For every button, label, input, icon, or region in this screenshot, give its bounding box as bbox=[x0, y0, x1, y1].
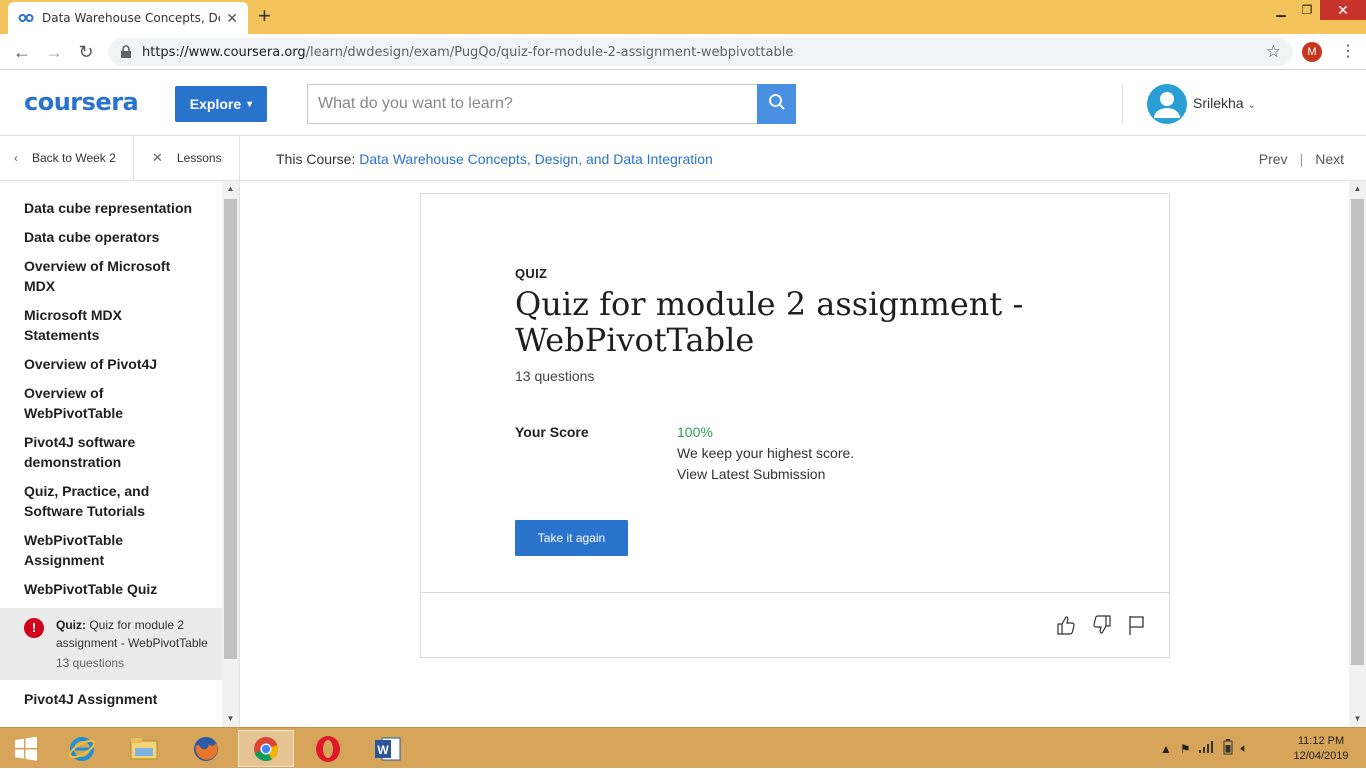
sidebar-item[interactable]: Pivot4J software demonstration bbox=[0, 432, 222, 472]
score-value: 100% bbox=[677, 424, 713, 440]
sidebar-item[interactable]: Data cube representation bbox=[0, 198, 222, 218]
flag-icon[interactable] bbox=[1126, 614, 1148, 636]
prev-next-nav: Prev | Next bbox=[1259, 151, 1344, 167]
profile-avatar[interactable]: M bbox=[1302, 42, 1322, 62]
sidebar-item[interactable]: Pivot4J Assignment bbox=[0, 689, 222, 709]
back-to-week-link[interactable]: ‹ Back to Week 2 bbox=[0, 136, 134, 180]
question-count: 13 questions bbox=[515, 368, 595, 384]
firefox-icon[interactable] bbox=[178, 730, 234, 767]
header-divider bbox=[1122, 84, 1123, 124]
sidebar-item[interactable]: Data cube operators bbox=[0, 227, 222, 247]
internet-explorer-icon[interactable] bbox=[54, 730, 110, 767]
tray-expand-icon[interactable]: ▲ bbox=[1160, 742, 1172, 756]
main-content: QUIZ Quiz for module 2 assignment - WebP… bbox=[240, 181, 1349, 727]
chrome-icon[interactable] bbox=[238, 730, 294, 767]
system-tray: ▲ ⚑ 🔈︎ bbox=[1160, 728, 1248, 769]
battery-icon[interactable] bbox=[1223, 739, 1233, 758]
chevron-left-icon: ‹ bbox=[14, 151, 18, 165]
prev-link[interactable]: Prev bbox=[1259, 151, 1288, 167]
user-avatar-icon[interactable] bbox=[1147, 84, 1187, 124]
close-icon: ✕ bbox=[152, 150, 163, 165]
scroll-up-icon[interactable]: ▲ bbox=[222, 181, 239, 197]
volume-icon[interactable]: 🔈︎ bbox=[1241, 741, 1248, 756]
tab-close-icon[interactable]: ✕ bbox=[226, 10, 238, 27]
item-type-label: QUIZ bbox=[515, 266, 548, 281]
thumbs-down-icon[interactable] bbox=[1091, 614, 1113, 636]
quiz-card: QUIZ Quiz for module 2 assignment - WebP… bbox=[420, 193, 1170, 658]
browser-menu-icon[interactable]: ⋮ bbox=[1340, 42, 1356, 62]
score-note: We keep your highest score. bbox=[677, 445, 855, 461]
new-tab-icon[interactable]: + bbox=[258, 4, 271, 28]
url-field[interactable]: https://www.coursera.org/learn/dwdesign/… bbox=[108, 38, 1293, 66]
scroll-down-icon[interactable]: ▼ bbox=[1349, 711, 1366, 727]
scroll-up-icon[interactable]: ▲ bbox=[1349, 181, 1366, 197]
active-item-text: Quiz: Quiz for module 2 assignment - Web… bbox=[56, 618, 208, 670]
sidebar-item[interactable]: Overview of Pivot4J bbox=[0, 354, 222, 374]
restore-icon[interactable]: ❐ bbox=[1294, 0, 1320, 20]
tab-title: Data Warehouse Concepts, Desig bbox=[42, 11, 220, 25]
forward-arrow-icon[interactable]: → bbox=[44, 42, 64, 62]
sidebar-item[interactable]: WebPivotTable Quiz bbox=[0, 579, 222, 599]
word-icon[interactable]: W bbox=[360, 730, 416, 767]
sidebar-scroll-thumb[interactable] bbox=[224, 199, 237, 659]
page-title: Quiz for module 2 assignment - WebPivotT… bbox=[515, 285, 1024, 359]
sidebar-scrollbar[interactable]: ▲ ▼ bbox=[222, 181, 239, 727]
lessons-toggle[interactable]: ✕ Lessons bbox=[134, 136, 240, 180]
search-icon bbox=[768, 93, 786, 116]
score-label: Your Score bbox=[515, 424, 589, 440]
reload-icon[interactable]: ↻ bbox=[76, 42, 96, 62]
file-explorer-icon[interactable] bbox=[116, 730, 172, 767]
user-menu[interactable]: Srilekha ⌄ bbox=[1193, 95, 1256, 111]
lock-icon bbox=[120, 45, 134, 59]
main-scroll-thumb[interactable] bbox=[1351, 199, 1364, 665]
svg-text:W: W bbox=[377, 743, 389, 757]
sidebar-item[interactable]: Overview of Microsoft MDX bbox=[0, 256, 222, 296]
course-breadcrumb: This Course: Data Warehouse Concepts, De… bbox=[276, 151, 713, 167]
windows-start-icon[interactable] bbox=[0, 730, 52, 767]
thumbs-up-icon[interactable] bbox=[1055, 614, 1077, 636]
lesson-sidebar: Data cube representation Data cube opera… bbox=[0, 181, 240, 727]
alert-icon: ! bbox=[24, 618, 44, 638]
bookmark-star-icon[interactable]: ☆ bbox=[1266, 42, 1281, 62]
next-link[interactable]: Next bbox=[1315, 151, 1344, 167]
url-text: https://www.coursera.org/learn/dwdesign/… bbox=[142, 44, 794, 60]
main-scrollbar[interactable]: ▲ ▼ bbox=[1349, 181, 1366, 727]
scroll-down-icon[interactable]: ▼ bbox=[222, 711, 239, 727]
sidebar-item[interactable]: Overview of WebPivotTable bbox=[0, 383, 222, 423]
coursera-favicon-icon bbox=[18, 10, 34, 26]
browser-tab[interactable]: Data Warehouse Concepts, Desig ✕ bbox=[8, 2, 248, 34]
quiz-card-body: QUIZ Quiz for module 2 assignment - WebP… bbox=[421, 194, 1169, 593]
lesson-list: Data cube representation Data cube opera… bbox=[0, 181, 239, 709]
address-bar: ← → ↻ https://www.coursera.org/learn/dwd… bbox=[0, 34, 1366, 70]
sidebar-item[interactable]: WebPivotTable Assignment bbox=[0, 530, 222, 570]
flag-tray-icon[interactable]: ⚑ bbox=[1180, 742, 1191, 756]
minimize-icon[interactable]: ▁ bbox=[1268, 0, 1294, 20]
sidebar-item-active-quiz[interactable]: ! Quiz: Quiz for module 2 assignment - W… bbox=[0, 608, 222, 680]
back-arrow-icon[interactable]: ← bbox=[12, 42, 32, 62]
site-header: coursera Explore ▾ What do you want to l… bbox=[0, 70, 1366, 136]
coursera-logo[interactable]: coursera bbox=[24, 88, 139, 116]
course-subheader: ‹ Back to Week 2 ✕ Lessons This Course: … bbox=[0, 136, 1366, 181]
network-icon[interactable] bbox=[1198, 741, 1215, 756]
nav-separator: | bbox=[1299, 151, 1304, 167]
search-input[interactable]: What do you want to learn? bbox=[307, 84, 757, 124]
sidebar-item[interactable]: Microsoft MDX Statements bbox=[0, 305, 222, 345]
browser-tab-bar: Data Warehouse Concepts, Desig ✕ + ▁ ❐ ✕ bbox=[0, 0, 1366, 34]
explore-button[interactable]: Explore ▾ bbox=[175, 86, 267, 122]
search-button[interactable] bbox=[757, 84, 796, 124]
chevron-down-icon: ⌄ bbox=[1247, 100, 1256, 111]
view-submission-link[interactable]: View Latest Submission bbox=[677, 466, 825, 482]
window-close-icon[interactable]: ✕ bbox=[1320, 0, 1366, 20]
take-it-again-button[interactable]: Take it again bbox=[515, 520, 628, 556]
sidebar-item[interactable]: Quiz, Practice, and Software Tutorials bbox=[0, 481, 222, 521]
opera-icon[interactable] bbox=[300, 730, 356, 767]
windows-taskbar: W ▲ ⚑ 🔈︎ 11:12 PM 12/04/2019 bbox=[0, 727, 1366, 768]
taskbar-clock[interactable]: 11:12 PM 12/04/2019 bbox=[1290, 734, 1352, 764]
course-link[interactable]: Data Warehouse Concepts, Design, and Dat… bbox=[359, 151, 713, 167]
chevron-down-icon: ▾ bbox=[247, 98, 253, 110]
window-controls: ▁ ❐ ✕ bbox=[1268, 0, 1366, 22]
